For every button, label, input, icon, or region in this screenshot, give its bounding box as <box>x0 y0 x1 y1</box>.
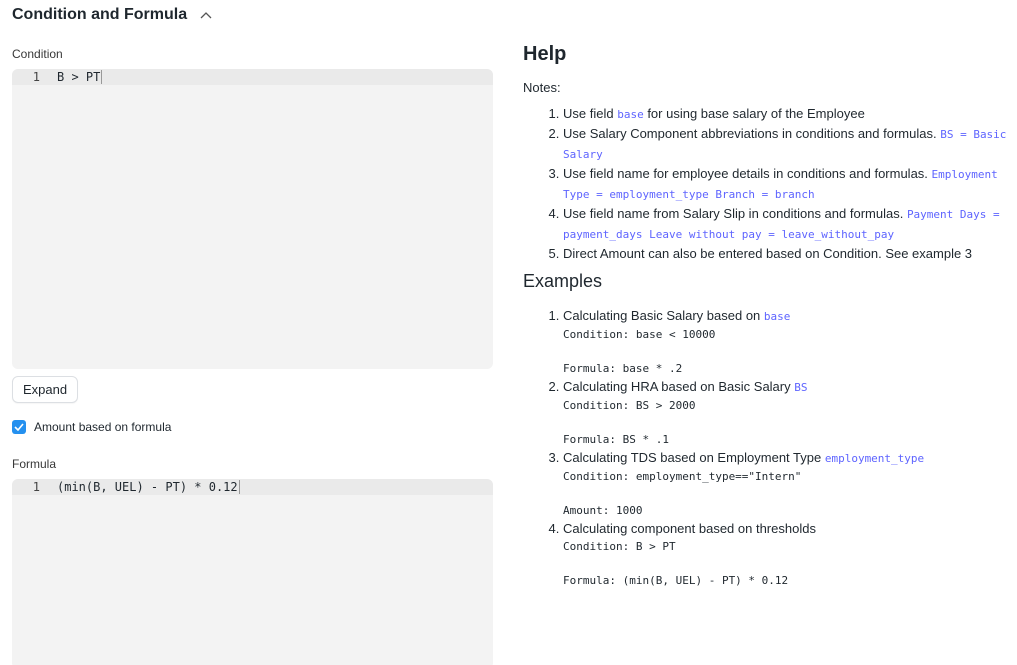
note-text: Use field <box>563 106 618 121</box>
example-formula: Formula: (min(B, UEL) - PT) * 0.12 <box>563 574 789 587</box>
example-code: employment_type <box>824 452 925 465</box>
amount-based-checkbox[interactable] <box>12 420 26 434</box>
example-amount: Amount: 1000 <box>563 504 643 517</box>
examples-list: Calculating Basic Salary based on base C… <box>523 306 1008 589</box>
example-text: Calculating component based on threshold… <box>563 521 816 536</box>
note-text: Direct Amount can also be entered based … <box>563 246 973 261</box>
example-condition: Condition: base < 10000 <box>563 328 716 341</box>
example-condition: Condition: employment_type=="Intern" <box>563 470 802 483</box>
formula-label: Formula <box>12 457 57 471</box>
example-condition: Condition: BS > 2000 <box>563 399 696 412</box>
example-code: BS <box>794 381 808 394</box>
example-item: Calculating HRA based on Basic Salary BS… <box>563 377 1008 448</box>
condition-editor[interactable]: 1 B > PT <box>12 69 493 369</box>
note-item: Direct Amount can also be entered based … <box>563 244 1008 263</box>
example-item: Calculating component based on threshold… <box>563 519 1008 589</box>
notes-list: Use field base for using base salary of … <box>523 104 1008 263</box>
example-text: Calculating HRA based on Basic Salary <box>563 379 795 394</box>
expand-button[interactable]: Expand <box>12 376 79 403</box>
help-panel: Help Notes: Use field base for using bas… <box>523 43 1008 589</box>
note-text: for using base salary of the Employee <box>643 106 865 121</box>
formula-editor[interactable]: 1 (min(B, UEL) - PT) * 0.12 <box>12 479 493 665</box>
note-text: Use Salary Component abbreviations in co… <box>563 126 941 141</box>
section-header[interactable]: Condition and Formula <box>12 6 213 24</box>
chevron-up-icon[interactable] <box>199 8 213 22</box>
amount-based-label: Amount based on formula <box>34 420 172 434</box>
example-item: Calculating Basic Salary based on base C… <box>563 306 1008 377</box>
line-number: 1 <box>32 70 40 84</box>
note-item: Use Salary Component abbreviations in co… <box>563 124 1008 164</box>
note-item: Use field name from Salary Slip in condi… <box>563 204 1008 244</box>
line-number: 1 <box>32 480 40 494</box>
example-item: Calculating TDS based on Employment Type… <box>563 448 1008 519</box>
note-text: Use field name for employee details in c… <box>563 166 932 181</box>
formula-code[interactable]: (min(B, UEL) - PT) * 0.12 <box>57 480 240 494</box>
section-title: Condition and Formula <box>12 6 188 23</box>
example-condition: Condition: B > PT <box>563 540 676 553</box>
amount-based-on-formula[interactable]: Amount based on formula <box>12 420 171 434</box>
example-text: Calculating Basic Salary based on <box>563 308 764 323</box>
note-item: Use field name for employee details in c… <box>563 164 1008 204</box>
note-item: Use field base for using base salary of … <box>563 104 1008 124</box>
note-text: Use field name from Salary Slip in condi… <box>563 206 907 221</box>
example-formula: Formula: BS * .1 <box>563 433 669 446</box>
notes-title: Notes: <box>523 80 561 95</box>
example-formula: Formula: base * .2 <box>563 362 683 375</box>
condition-code[interactable]: B > PT <box>57 70 103 84</box>
example-text: Calculating TDS based on Employment Type <box>563 450 825 465</box>
editor-line: 1 B > PT <box>12 69 493 85</box>
examples-title: Examples <box>523 271 603 291</box>
help-title: Help <box>523 43 567 65</box>
example-code: base <box>763 310 791 323</box>
note-code: base <box>617 108 644 121</box>
editor-line: 1 (min(B, UEL) - PT) * 0.12 <box>12 479 493 495</box>
condition-label: Condition <box>12 47 63 61</box>
